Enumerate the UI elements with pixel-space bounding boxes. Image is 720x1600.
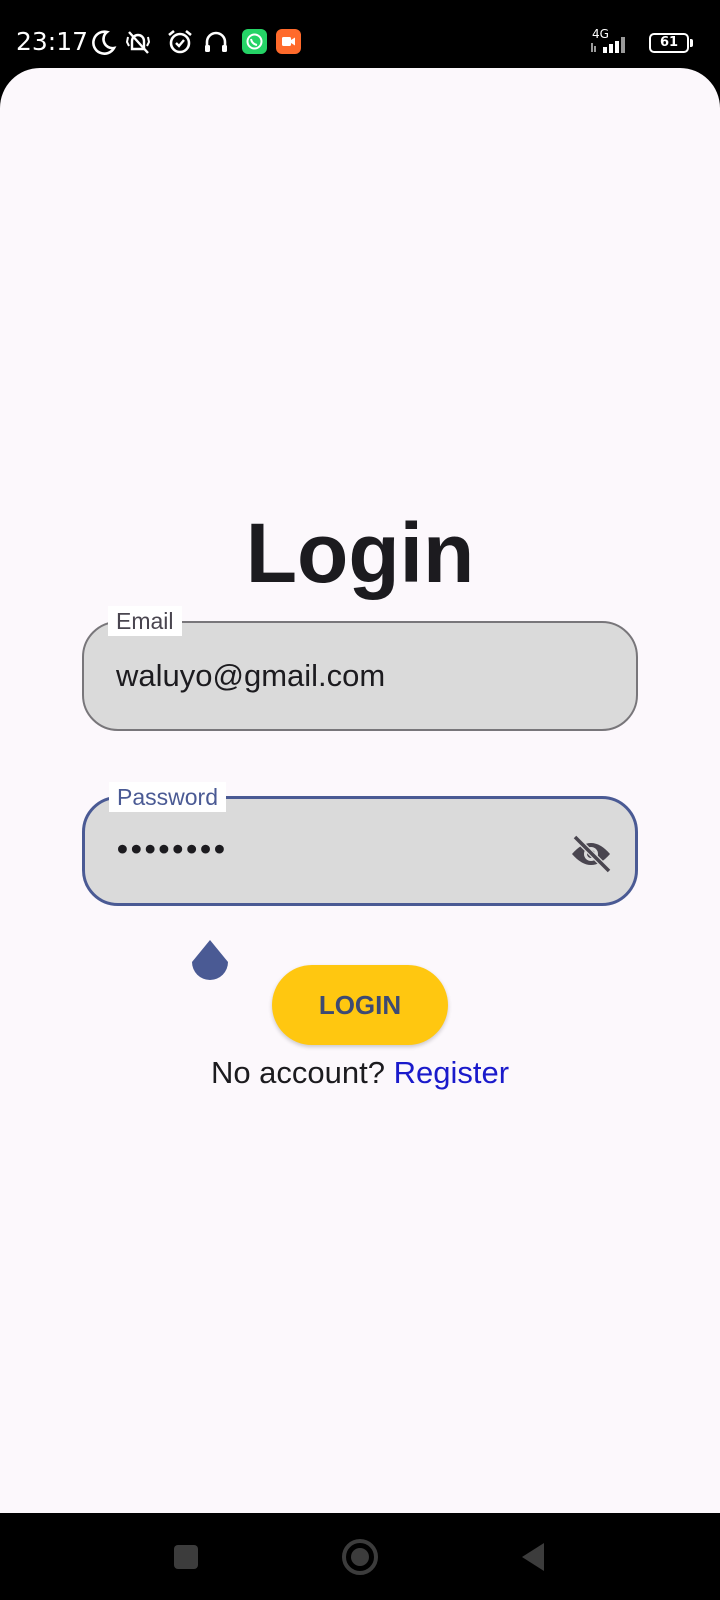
- status-bar: 23:17 4G 61: [0, 0, 720, 68]
- back-triangle-icon[interactable]: [512, 1535, 556, 1579]
- video-app-icon: [276, 29, 301, 54]
- text-cursor-handle[interactable]: [190, 940, 230, 992]
- no-account-text: No account?: [210, 1055, 394, 1090]
- home-circle-icon[interactable]: [338, 1535, 382, 1579]
- whatsapp-icon: [242, 29, 267, 54]
- alarm-icon: [166, 28, 194, 56]
- register-link[interactable]: Register: [394, 1055, 509, 1090]
- navigation-bar: [0, 1513, 720, 1600]
- battery-icon: 61: [649, 33, 695, 55]
- moon-icon: [90, 28, 118, 56]
- headset-icon: [202, 28, 230, 56]
- email-label: Email: [108, 606, 182, 636]
- signal-icon: [590, 32, 640, 54]
- login-button[interactable]: LOGIN: [272, 965, 448, 1045]
- login-screen: Login Email waluyo@gmail.com Password ••…: [0, 68, 720, 1513]
- password-label: Password: [109, 782, 226, 812]
- recents-square-icon[interactable]: [164, 1535, 208, 1579]
- register-prompt: No account? Register: [0, 1053, 720, 1093]
- email-value[interactable]: waluyo@gmail.com: [116, 656, 385, 696]
- email-field[interactable]: Email waluyo@gmail.com: [82, 606, 638, 731]
- password-value[interactable]: ••••••••: [117, 829, 228, 869]
- battery-level: 61: [659, 35, 679, 50]
- password-field[interactable]: Password ••••••••: [82, 782, 638, 906]
- vibrate-off-icon: [124, 28, 152, 56]
- status-time: 23:17: [16, 27, 89, 56]
- page-title: Login: [245, 506, 475, 600]
- eye-off-icon[interactable]: [569, 834, 613, 874]
